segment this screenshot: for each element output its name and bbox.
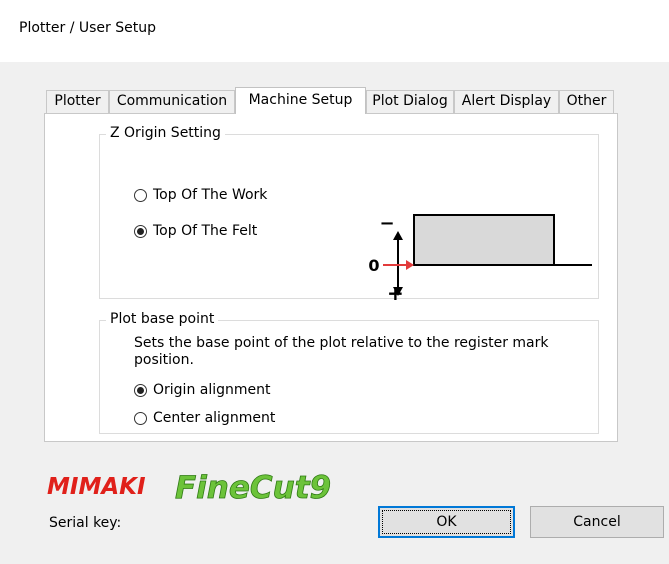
z-origin-legend: Z Origin Setting [106, 125, 225, 141]
origin-arrow-icon [406, 260, 414, 270]
radio-label: Center alignment [153, 410, 276, 426]
tab-machine-setup[interactable]: Machine Setup [235, 87, 366, 114]
plot-base-legend: Plot base point [106, 311, 219, 327]
serial-key-label: Serial key: [49, 515, 122, 531]
tab-communication[interactable]: Communication [109, 90, 235, 113]
radio-top-of-the-felt[interactable]: Top Of The Felt [134, 223, 257, 239]
finecut-logo: MIMAKI FineCut9 [47, 470, 332, 506]
radio-button-selected-icon[interactable] [134, 383, 147, 397]
tab-panel-machine-setup: Z Origin Setting Top Of The Work Top Of … [44, 113, 618, 442]
radio-button-icon[interactable] [134, 411, 147, 425]
radio-origin-alignment[interactable]: Origin alignment [134, 382, 271, 398]
finecut-logo-text: FineCut9 [175, 470, 331, 506]
plot-base-description: Sets the base point of the plot relative… [134, 335, 549, 368]
minus-symbol: − [379, 213, 394, 234]
title-bar: Plotter / User Setup [0, 0, 669, 62]
radio-center-alignment[interactable]: Center alignment [134, 410, 275, 426]
radio-button-icon[interactable] [134, 188, 147, 202]
tab-other[interactable]: Other [559, 90, 614, 113]
radio-button-selected-icon[interactable] [134, 224, 147, 238]
zero-label: 0 [368, 256, 379, 275]
radio-label: Origin alignment [153, 382, 271, 398]
plus-symbol: + [387, 281, 404, 305]
z-origin-group: Z Origin Setting Top Of The Work Top Of … [99, 125, 599, 303]
radio-top-of-the-work[interactable]: Top Of The Work [134, 187, 267, 203]
felt-block-shape [413, 214, 555, 266]
radio-label: Top Of The Work [153, 187, 268, 203]
cancel-button[interactable]: Cancel [530, 506, 664, 538]
tab-plot-dialog[interactable]: Plot Dialog [366, 90, 454, 113]
mimaki-logo-text: MIMAKI [47, 474, 146, 500]
tab-plotter[interactable]: Plotter [46, 90, 109, 113]
ok-button[interactable]: OK [378, 506, 515, 538]
tab-alert-display[interactable]: Alert Display [454, 90, 559, 113]
plot-base-group: Plot base point Sets the base point of t… [99, 311, 599, 434]
window-title: Plotter / User Setup [19, 20, 156, 36]
radio-label: Top Of The Felt [153, 223, 258, 239]
